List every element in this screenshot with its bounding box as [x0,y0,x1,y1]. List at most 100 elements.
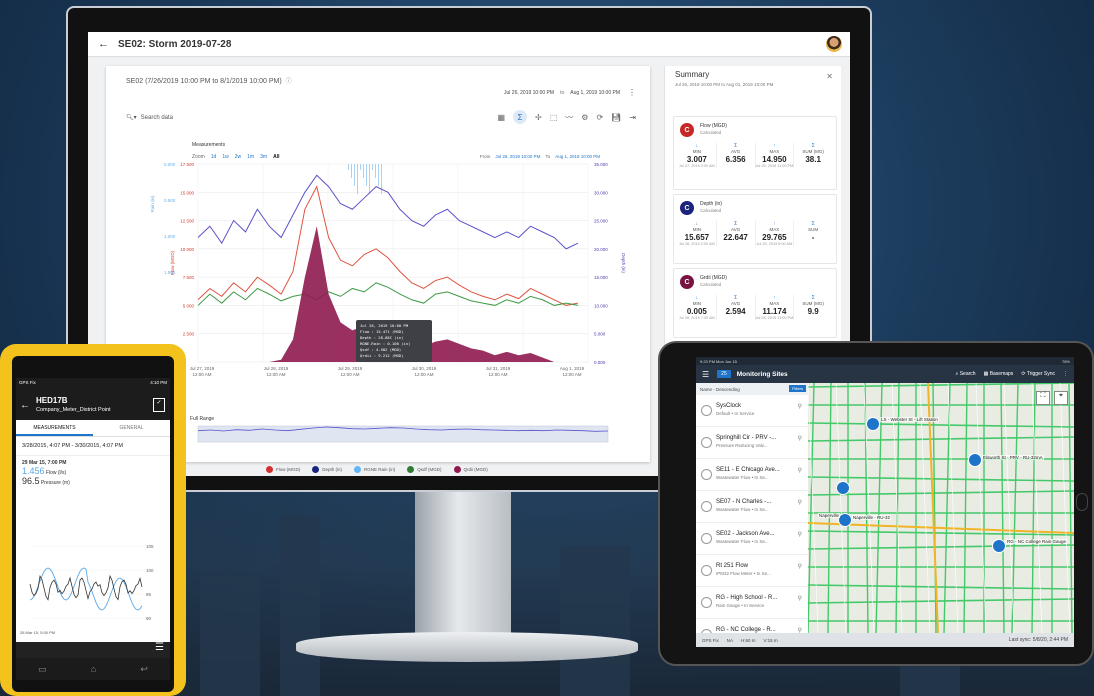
site-status-icon [701,405,712,416]
legend-label: RGNE Rain (in) [364,467,396,472]
summary-metric-calc: Calculated [700,208,722,213]
site-list-item[interactable]: SE02 - Jackson Ave... Wastewater Flow • … [696,523,808,555]
phone-chart[interactable]: 105 100 95 90 28 Mar 15, 5:00 PM [16,528,170,638]
phone-status-bar: GPS Fix 4:10 PM [16,378,170,392]
home-icon[interactable]: ⌂ [91,664,96,674]
site-list-item[interactable]: RG - High School - R... Rain Gauge • In … [696,587,808,619]
stat-value: 9.9 [807,307,819,316]
tab-measurements[interactable]: MEASUREMENTS [16,420,93,436]
asset-subtitle: Company_Meter_District Point [36,407,111,413]
page-title: SE02: Storm 2019-07-28 [118,38,232,50]
tick-label: 100 [146,568,154,573]
map-label: Naperville - RU-32 [852,515,892,520]
map-pin[interactable] [866,417,880,431]
stat-label: AVG [731,149,741,154]
site-list-item[interactable]: SysClock Default • In Service ⚲ [696,395,808,427]
map-pin[interactable] [968,453,982,467]
rain-axis-label: Rain (in) [150,195,155,213]
checklist-icon[interactable]: ✓ [153,398,165,412]
rain-tick-label: 0.500 [164,198,176,203]
sync-icon: ⟳ [1021,371,1026,377]
tick-label: 105 [146,544,154,549]
basemaps-button[interactable]: ▦ Basemaps [984,371,1014,377]
map-pin[interactable] [838,513,852,527]
more-menu-icon[interactable]: ⋮ [1063,371,1068,377]
monitor-stand-neck [415,490,511,640]
locate-pin-icon[interactable]: ⚲ [798,499,802,506]
close-icon[interactable]: ✕ [826,72,833,81]
tablet-screen: 9:23 PM Mon Jun 15 76% ☰ 25 Monitoring S… [696,357,1074,647]
locate-pin-icon[interactable]: ⚲ [798,403,802,410]
locate-pin-icon[interactable]: ⚲ [798,435,802,442]
series-line [197,174,579,250]
back-arrow-icon[interactable]: ← [98,38,112,50]
phone-reading: 29 Mar 15, 7:00 PM 1.456 Flow (l/s) 96.5… [16,456,170,490]
legend-item[interactable]: RGNE Rain (in) [354,466,395,473]
sort-bar[interactable]: Name - Descending Filters [696,383,808,395]
measurements-chart[interactable]: 17.500 15.000 12.500 10.000 7.500 5.000 2.500 3… [106,66,650,462]
recent-apps-icon[interactable]: ▭ [38,664,47,675]
map-road [1011,383,1019,633]
summary-stat: ↓ MIN 15.657 Jul 28, 2019 2:00 AM [678,221,717,246]
summary-stat: ↓ MIN 0.005 Jul 28, 2019 7:00 AM [678,295,717,320]
back-arrow-icon[interactable]: ← [20,400,30,411]
rain-bar [354,164,355,186]
legend-dot [266,466,273,473]
calc-badge: C [680,123,694,137]
summary-card[interactable]: C Grdii (MGD) Calculated ↓ MIN 0.005 Jul… [673,268,837,338]
home-button[interactable] [1076,493,1088,511]
filters-button[interactable]: Filters [789,385,806,392]
site-map[interactable]: LS - Webster St - Lift Station Elsworth … [808,383,1074,633]
tab-general[interactable]: GENERAL [93,420,170,436]
map-label: RG - NC College Rain Gauge [1006,539,1068,544]
tablet-status-bar: 9:23 PM Mon Jun 15 76% [696,357,1074,365]
site-name: SE07 - N Charles -... [716,499,772,505]
rain-bar [348,164,349,170]
map-road [1000,383,1005,633]
legend-item[interactable]: Qrdii (MGD) [453,466,488,473]
map-label: Naperville [818,513,841,518]
summary-card[interactable]: C Depth (in) Calculated ↓ MIN 15.657 Jul… [673,194,837,264]
summary-stat: ↑ MAX 11.174 Jul 28, 2019 11:00 PM [756,295,795,320]
hamburger-menu-icon[interactable]: ☰ [702,370,709,379]
locate-pin-icon[interactable]: ⚲ [798,563,802,570]
right-tick-label: 20.000 [594,247,608,252]
back-icon[interactable]: ↩ [140,664,148,675]
avatar[interactable] [826,36,842,52]
site-name: Rt 251 Flow [716,563,749,569]
phone-gps-fix: GPS Fix [19,380,36,385]
site-list-item[interactable]: SE11 - E Chicago Ave... Wastewater Flow … [696,459,808,491]
fullscreen-icon[interactable]: ⛶ [1036,391,1050,405]
legend-label: Depth (in) [322,467,343,472]
site-list-item[interactable]: Springhill Cir - PRV -... Pressure Reduc… [696,427,808,459]
legend-item[interactable]: Qsdf (MGD) [407,466,442,473]
stat-label: MIN [692,301,701,306]
rain-bar [378,164,379,186]
summary-card[interactable]: C Flow (MGD) Calculated ↓ MIN 3.007 Jul … [673,116,837,190]
summary-stat: ↑ MAX 29.765 Jul 29, 2019 9:00 AM [756,221,795,246]
map-pin[interactable] [992,539,1006,553]
rain-bar [360,164,361,170]
tablet-device: 9:23 PM Mon Jun 15 76% ☰ 25 Monitoring S… [658,341,1094,666]
chart-card: SE02 (7/26/2019 10:00 PM to 8/1/2019 10:… [106,66,650,473]
phone-menu-icon[interactable]: ☰ [16,642,170,658]
legend-item[interactable]: Depth (in) [312,466,342,473]
left-tick-label: 7.500 [183,275,195,280]
legend-label: Qsdf (MGD) [417,467,442,472]
phone-nav-bar: ▭ ⌂ ↩ [16,658,170,680]
phone-date-range[interactable]: 3/28/2015, 4:07 PM - 3/30/2015, 4:07 PM [16,437,170,456]
map-pin[interactable] [836,481,850,495]
stat-value: - [811,233,815,242]
locate-pin-icon[interactable]: ⚲ [798,467,802,474]
site-list-item[interactable]: SE07 - N Charles -... Wastewater Flow • … [696,491,808,523]
trigger-sync-button[interactable]: ⟳ Trigger Sync [1021,371,1055,377]
search-button[interactable]: ⌕ Search [956,371,976,377]
site-list-item[interactable]: Rt 251 Flow IPM32 Flow Meter • In Se... … [696,555,808,587]
locate-pin-icon[interactable]: ⚲ [798,595,802,602]
tablet-status-time: 9:23 PM Mon Jun 15 [700,358,737,364]
stat-label: MIN [692,227,701,232]
summary-stat: Σ SUM (MG) 38.1 [794,143,832,168]
locate-icon[interactable]: ⌖ [1054,391,1068,405]
locate-pin-icon[interactable]: ⚲ [798,531,802,538]
legend-item[interactable]: Flow (MGD) [266,466,300,473]
